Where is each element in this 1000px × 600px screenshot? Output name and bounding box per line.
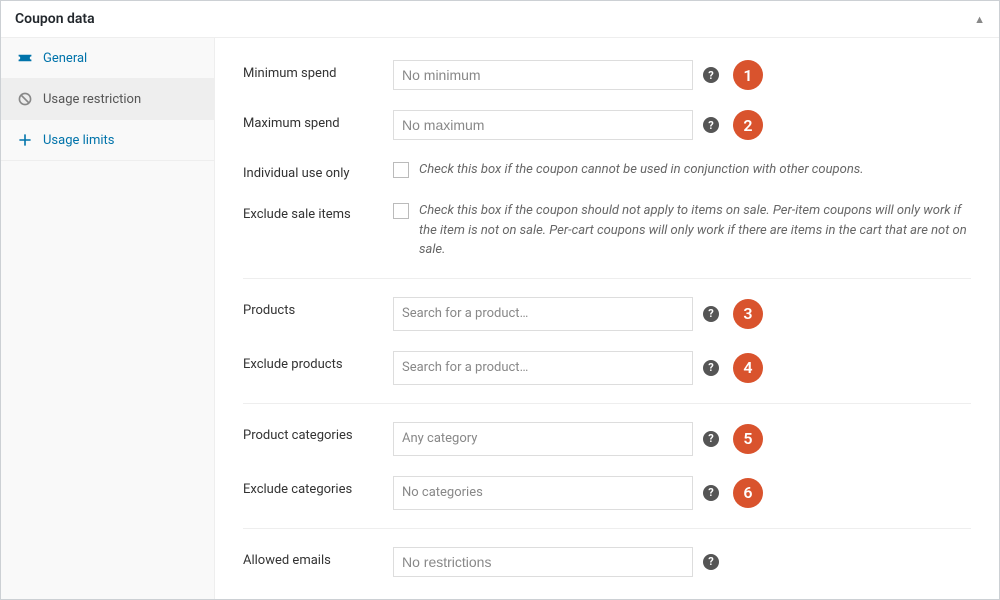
label-maximum-spend: Maximum spend	[243, 110, 393, 131]
row-allowed-emails: Allowed emails ?	[243, 528, 971, 587]
tab-general-label: General	[43, 51, 87, 66]
minimum-spend-input[interactable]	[393, 60, 693, 90]
row-exclude-products: Exclude products Search for a product… ?…	[243, 341, 971, 395]
individual-use-checkbox[interactable]	[393, 162, 409, 178]
tab-limits-label: Usage limits	[43, 133, 114, 148]
panel-body: General Usage restriction Usage limits M…	[1, 38, 999, 599]
label-products: Products	[243, 297, 393, 318]
callout-5: 5	[733, 424, 763, 454]
label-individual-use: Individual use only	[243, 160, 393, 181]
label-exclude-sale: Exclude sale items	[243, 201, 393, 222]
help-icon[interactable]: ?	[703, 67, 719, 83]
tab-usage-restriction[interactable]: Usage restriction	[1, 79, 214, 120]
allowed-emails-input[interactable]	[393, 547, 693, 577]
sidebar: General Usage restriction Usage limits	[1, 38, 215, 599]
row-individual-use: Individual use only Check this box if th…	[243, 150, 971, 191]
tab-restriction-label: Usage restriction	[43, 92, 141, 107]
label-allowed-emails: Allowed emails	[243, 547, 393, 568]
callout-1: 1	[733, 60, 763, 90]
ticket-icon	[17, 50, 33, 66]
row-exclude-sale: Exclude sale items Check this box if the…	[243, 191, 971, 270]
exclude-sale-desc: Check this box if the coupon should not …	[419, 201, 971, 260]
row-products: Products Search for a product… ? 3	[243, 278, 971, 341]
label-exclude-categories: Exclude categories	[243, 476, 393, 497]
callout-4: 4	[733, 353, 763, 383]
help-icon[interactable]: ?	[703, 554, 719, 570]
callout-6: 6	[733, 478, 763, 508]
help-icon[interactable]: ?	[703, 360, 719, 376]
ban-icon	[17, 91, 33, 107]
help-icon[interactable]: ?	[703, 117, 719, 133]
arrows-icon	[17, 132, 33, 148]
help-icon[interactable]: ?	[703, 485, 719, 501]
maximum-spend-input[interactable]	[393, 110, 693, 140]
products-select[interactable]: Search for a product…	[393, 297, 693, 331]
individual-use-desc: Check this box if the coupon cannot be u…	[419, 160, 864, 180]
content-area: Minimum spend ? 1 Maximum spend ? 2 Indi…	[215, 38, 999, 599]
tab-usage-limits[interactable]: Usage limits	[1, 120, 214, 161]
tab-general[interactable]: General	[1, 38, 214, 79]
collapse-icon[interactable]: ▲	[974, 13, 985, 26]
callout-2: 2	[733, 110, 763, 140]
panel-title: Coupon data	[15, 11, 95, 27]
row-product-categories: Product categories Any category ? 5	[243, 403, 971, 466]
row-maximum-spend: Maximum spend ? 2	[243, 100, 971, 150]
label-exclude-products: Exclude products	[243, 351, 393, 372]
exclude-categories-select[interactable]: No categories	[393, 476, 693, 510]
help-icon[interactable]: ?	[703, 431, 719, 447]
exclude-sale-checkbox[interactable]	[393, 203, 409, 219]
row-exclude-categories: Exclude categories No categories ? 6	[243, 466, 971, 520]
panel-header[interactable]: Coupon data ▲	[1, 1, 999, 38]
label-minimum-spend: Minimum spend	[243, 60, 393, 81]
exclude-products-select[interactable]: Search for a product…	[393, 351, 693, 385]
categories-select[interactable]: Any category	[393, 422, 693, 456]
help-icon[interactable]: ?	[703, 306, 719, 322]
label-product-categories: Product categories	[243, 422, 393, 443]
callout-3: 3	[733, 299, 763, 329]
row-minimum-spend: Minimum spend ? 1	[243, 50, 971, 100]
coupon-data-panel: Coupon data ▲ General Usage restriction	[0, 0, 1000, 600]
